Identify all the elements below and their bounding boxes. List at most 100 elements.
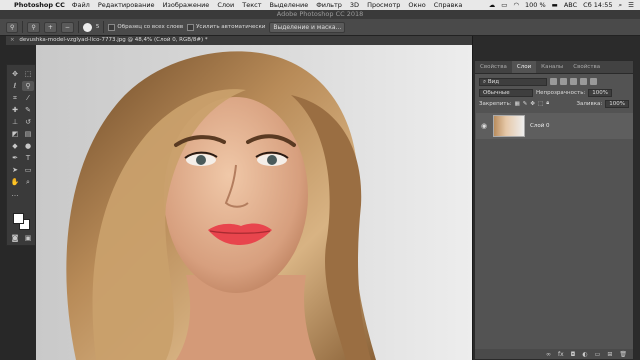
divider xyxy=(103,21,105,33)
new-selection-icon[interactable]: ⚲ xyxy=(27,21,40,33)
brush-tool-icon[interactable]: ✎ xyxy=(22,105,34,115)
history-brush-tool-icon[interactable]: ↺ xyxy=(22,117,34,127)
tab-channels[interactable]: Каналы xyxy=(536,61,568,73)
layer-thumbnail[interactable] xyxy=(493,115,525,137)
blur-tool-icon[interactable]: ◆ xyxy=(9,141,21,151)
crop-tool-icon[interactable]: ⌗ xyxy=(9,93,21,103)
tool-preset-icon[interactable]: ⚲ xyxy=(6,21,19,33)
menu-select[interactable]: Выделение xyxy=(269,1,308,9)
menu-help[interactable]: Справка xyxy=(434,1,463,9)
layers-panel: Свойства Слои Каналы Свойства ⌕ Вид Обыч… xyxy=(474,60,634,360)
filter-smart-icon[interactable] xyxy=(590,78,597,85)
lock-transparent-icon[interactable]: ▦ xyxy=(515,101,520,107)
healing-brush-tool-icon[interactable]: ✚ xyxy=(9,105,21,115)
creative-cloud-icon[interactable]: ☁ xyxy=(489,1,496,9)
visibility-eye-icon[interactable]: ◉ xyxy=(480,122,488,130)
menu-view[interactable]: Просмотр xyxy=(367,1,400,9)
input-source[interactable]: ABC xyxy=(564,1,577,9)
window-title: Adobe Photoshop CC 2018 xyxy=(0,10,640,19)
quick-selection-tool-icon[interactable]: ⚲ xyxy=(22,81,34,91)
eraser-tool-icon[interactable]: ◩ xyxy=(9,129,21,139)
screen-mode-icon[interactable]: ▣ xyxy=(22,233,34,243)
menu-window[interactable]: Окно xyxy=(408,1,425,9)
fill-input[interactable]: 100% xyxy=(605,99,629,108)
lasso-tool-icon[interactable]: ℓ xyxy=(9,81,21,91)
wifi-icon[interactable]: ◠ xyxy=(513,1,519,9)
zoom-tool-icon[interactable]: ⌕ xyxy=(22,177,34,187)
adjustment-layer-icon[interactable]: ◐ xyxy=(582,351,587,358)
delete-layer-icon[interactable]: 🗑︎ xyxy=(619,351,627,358)
lock-artboard-icon[interactable]: ⬚ xyxy=(538,101,543,107)
clock[interactable]: Сб 14:55 xyxy=(583,1,612,9)
dodge-tool-icon[interactable]: ● xyxy=(22,141,34,151)
hand-tool-icon[interactable]: ✋ xyxy=(9,177,21,187)
filter-shape-icon[interactable] xyxy=(580,78,587,85)
status-area: ☁ ▭ ◠ 100 % ▬ ABC Сб 14:55 ⌕ ☰ xyxy=(489,1,640,10)
pen-tool-icon[interactable]: ✒ xyxy=(9,153,21,163)
menu-file[interactable]: Файл xyxy=(72,1,90,9)
quick-mask-icon[interactable]: ◙ xyxy=(9,233,21,243)
layer-name[interactable]: Слой 0 xyxy=(530,123,550,129)
checkbox-box[interactable] xyxy=(187,23,195,31)
layer-filter-select[interactable]: ⌕ Вид xyxy=(479,77,547,86)
more-tools-icon[interactable]: … xyxy=(9,189,21,199)
divider xyxy=(77,21,79,33)
fill-label: Заливка: xyxy=(576,100,603,107)
rectangle-tool-icon[interactable]: ▭ xyxy=(22,165,34,175)
tab-paths[interactable]: Свойства xyxy=(568,61,605,73)
opacity-input[interactable]: 100% xyxy=(588,88,613,97)
filter-pixel-icon[interactable] xyxy=(550,78,557,85)
enhance-auto-label: Усилить автоматически xyxy=(196,24,266,30)
add-selection-icon[interactable]: + xyxy=(43,21,57,33)
blend-mode-select[interactable]: Обычные xyxy=(479,88,533,97)
brush-preview-icon[interactable] xyxy=(82,22,92,32)
lock-position-icon[interactable]: ✥ xyxy=(530,101,535,107)
link-layers-icon[interactable]: ∞ xyxy=(546,351,551,358)
lock-row: Закрепить: ▦ ✎ ✥ ⬚ 🔒︎ Заливка: 100% xyxy=(475,98,633,109)
sample-all-layers-checkbox[interactable]: Образец со всех слоев xyxy=(108,23,183,31)
clone-stamp-tool-icon[interactable]: ⊥ xyxy=(9,117,21,127)
filter-type-icon[interactable] xyxy=(570,78,577,85)
panel-footer: ∞ fx ◘ ◐ ▭ ⊞ 🗑︎ xyxy=(475,349,633,359)
battery-percent[interactable]: 100 % xyxy=(525,1,546,9)
gradient-tool-icon[interactable]: ▤ xyxy=(22,129,34,139)
brush-size[interactable]: 5 xyxy=(96,24,100,30)
enhance-auto-checkbox[interactable]: Усилить автоматически xyxy=(187,23,266,31)
filter-row: ⌕ Вид xyxy=(475,76,633,87)
eyedropper-tool-icon[interactable]: ⁄ xyxy=(22,93,34,103)
cast-icon[interactable]: ▭ xyxy=(501,1,507,9)
subtract-selection-icon[interactable]: − xyxy=(60,21,74,33)
menu-type[interactable]: Текст xyxy=(242,1,261,9)
menu-3d[interactable]: 3D xyxy=(350,1,359,9)
menu-image[interactable]: Изображение xyxy=(163,1,210,9)
photo-portrait xyxy=(36,45,472,360)
close-tab-icon[interactable]: × xyxy=(10,37,15,43)
path-selection-tool-icon[interactable]: ➤ xyxy=(9,165,21,175)
add-mask-icon[interactable]: ◘ xyxy=(571,351,576,358)
battery-icon[interactable]: ▬ xyxy=(552,1,558,9)
tab-layers[interactable]: Слои xyxy=(511,61,537,73)
layer-style-icon[interactable]: fx xyxy=(558,351,564,358)
lock-image-icon[interactable]: ✎ xyxy=(523,101,528,107)
new-layer-icon[interactable]: ⊞ xyxy=(607,351,612,358)
menu-layers[interactable]: Слои xyxy=(217,1,234,9)
menu-edit[interactable]: Редактирование xyxy=(98,1,155,9)
filter-adjustment-icon[interactable] xyxy=(560,78,567,85)
menu-list-icon[interactable]: ☰ xyxy=(628,1,634,9)
select-and-mask-button[interactable]: Выделение и маска... xyxy=(269,21,346,33)
marquee-tool-icon[interactable]: ⬚ xyxy=(22,69,34,79)
search-icon[interactable]: ⌕ xyxy=(619,1,623,10)
document-canvas[interactable] xyxy=(36,45,472,360)
document-tab[interactable]: × devushka-model-vzglyad-lico-7773.jpg @… xyxy=(6,36,472,45)
move-tool-icon[interactable]: ✥ xyxy=(9,69,21,79)
layer-row[interactable]: ◉ Слой 0 xyxy=(476,113,633,139)
new-group-icon[interactable]: ▭ xyxy=(595,351,601,358)
type-tool-icon[interactable]: T xyxy=(22,153,34,163)
app-menu[interactable]: Photoshop CC xyxy=(14,1,65,9)
tab-properties[interactable]: Свойства xyxy=(475,61,512,73)
checkbox-box[interactable] xyxy=(108,23,116,31)
foreground-color-swatch[interactable] xyxy=(13,213,24,224)
menu-filter[interactable]: Фильтр xyxy=(316,1,342,9)
lock-label: Закрепить: xyxy=(479,100,512,107)
lock-all-icon[interactable]: 🔒︎ xyxy=(546,100,549,107)
